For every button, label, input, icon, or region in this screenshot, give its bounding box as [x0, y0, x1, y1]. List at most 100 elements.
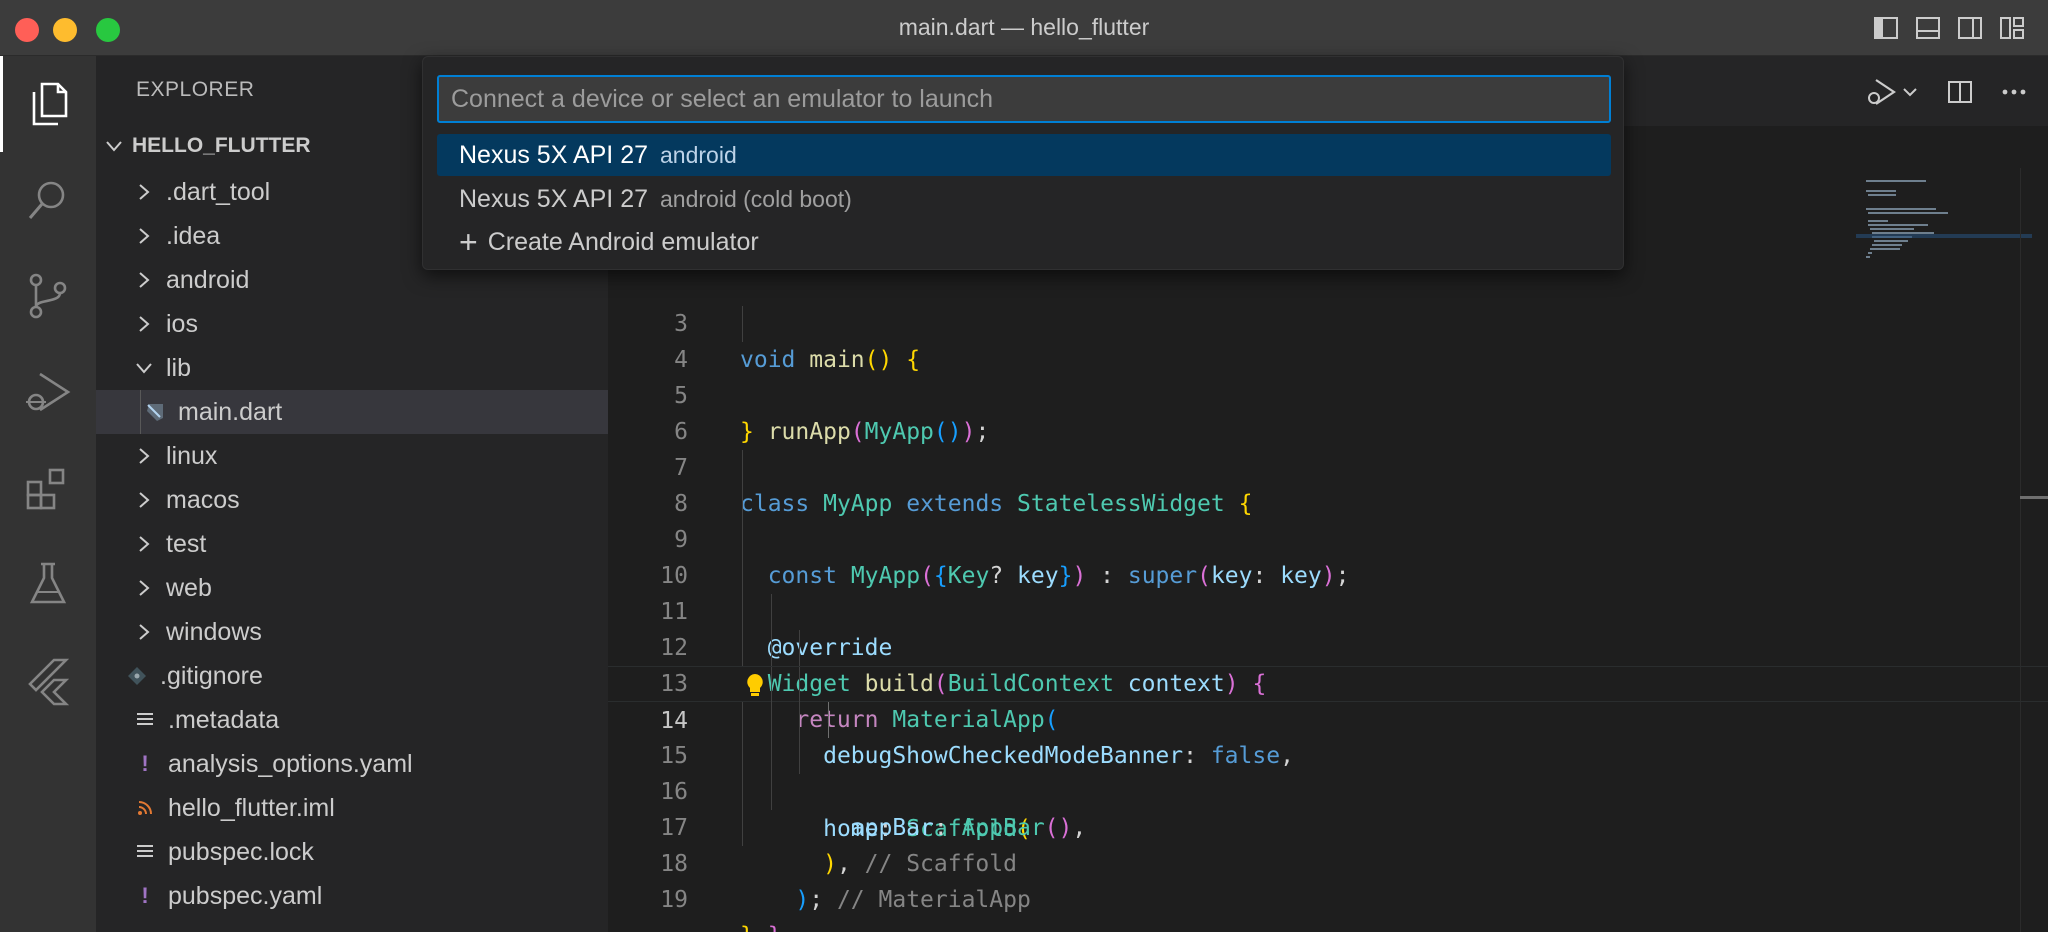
- tree-item-lib[interactable]: lib: [96, 346, 608, 390]
- tree-item-label: test: [166, 529, 207, 558]
- code-line: 17 ); // MaterialApp: [608, 774, 2048, 913]
- lightbulb-icon[interactable]: [744, 673, 766, 697]
- quick-pick-item-label: Create Android emulator: [487, 227, 759, 256]
- tree-item-ios[interactable]: ios: [96, 302, 608, 346]
- tree-item-label: pubspec.lock: [168, 837, 314, 866]
- code-line: 7 class MyApp extends StatelessWidget {: [674, 455, 1253, 517]
- beaker-icon: [29, 562, 67, 604]
- chevron-down-icon: [106, 141, 122, 152]
- tree-item-label: .idea: [166, 221, 221, 250]
- tree-item-label: hello_flutter.iml: [168, 793, 335, 822]
- tree-item-label: .gitignore: [160, 661, 263, 690]
- code-line: 11 Widget build(BuildContext context) {: [608, 558, 2048, 697]
- tree-item-linux[interactable]: linux: [96, 434, 608, 478]
- lines-icon: [134, 841, 156, 863]
- tree-item-main-dart[interactable]: main.dart: [96, 390, 608, 434]
- explorer-activity[interactable]: [0, 56, 96, 152]
- tree-item-metadata[interactable]: .metadata: [96, 698, 608, 742]
- window-title: main.dart — hello_flutter: [898, 14, 1150, 40]
- tree-item-macos[interactable]: macos: [96, 478, 608, 522]
- tree-item-label: .metadata: [168, 705, 280, 734]
- search-activity[interactable]: [0, 152, 96, 248]
- tree-item-pubspec-lock[interactable]: pubspec.lock: [96, 830, 608, 874]
- tree-item-label: web: [166, 573, 212, 602]
- chevron-right-icon: [139, 624, 150, 640]
- chevron-right-icon: [139, 184, 150, 200]
- quick-pick-item-nexus-5x-cold-boot[interactable]: Nexus 5X API 27 android (cold boot): [437, 178, 1611, 220]
- chevron-right-icon: [139, 580, 150, 596]
- quick-pick-item-nexus-5x[interactable]: Nexus 5X API 27 android: [437, 134, 1611, 176]
- tree-item-pubspec-yaml[interactable]: ! pubspec.yaml: [96, 874, 608, 918]
- code-line: 8 const MyApp({Key? key}) : super(key: k…: [608, 450, 2048, 589]
- toggle-panel-icon[interactable]: [1914, 14, 1942, 42]
- run-debug-dropdown-icon[interactable]: [1864, 76, 1920, 113]
- chevron-right-icon: [139, 492, 150, 508]
- code-view[interactable]: 3 void main() { 4 runApp(MyApp()); 5 } 6…: [608, 270, 2048, 932]
- source-control-icon: [29, 273, 67, 319]
- code-line: 16 ), // Scaffold: [608, 738, 2048, 877]
- extensions-icon: [26, 468, 65, 510]
- quick-pick-item-description: android: [660, 141, 737, 168]
- workspace-root[interactable]: HELLO_FLUTTER: [104, 134, 311, 158]
- tree-item-web[interactable]: web: [96, 566, 608, 610]
- extensions-activity[interactable]: [0, 440, 96, 536]
- title-bar: main.dart — hello_flutter: [0, 0, 2048, 56]
- code-line: 3 void main() {: [674, 311, 921, 373]
- chevron-right-icon: [139, 316, 150, 332]
- code-line: 5 }: [674, 383, 754, 445]
- tree-item-label: pubspec.yaml: [168, 881, 323, 910]
- flutter-activity[interactable]: [0, 632, 96, 728]
- code-line: 6: [674, 419, 688, 445]
- tree-item-test[interactable]: test: [96, 522, 608, 566]
- rss-icon: [134, 797, 156, 819]
- code-line: 19 }: [660, 887, 754, 932]
- tree-item-label: macos: [166, 485, 240, 514]
- file-tree: .dart_tool .idea android ios lib main.da…: [96, 170, 608, 918]
- split-editor-icon[interactable]: [1946, 78, 1974, 111]
- device-quick-pick: Nexus 5X API 27 android Nexus 5X API 27 …: [422, 56, 1624, 270]
- code-line: 12 return MaterialApp(: [608, 594, 2048, 733]
- activity-bar: [0, 56, 96, 932]
- customize-layout-icon[interactable]: [1998, 14, 2026, 42]
- testing-activity[interactable]: [0, 536, 96, 632]
- more-actions-icon[interactable]: [2000, 78, 2028, 111]
- tree-item-analysis-options[interactable]: ! analysis_options.yaml: [96, 742, 608, 786]
- dart-file-icon: [144, 401, 166, 423]
- source-control-activity[interactable]: [0, 248, 96, 344]
- tree-item-label: windows: [166, 617, 262, 646]
- git-icon: [126, 665, 148, 687]
- toggle-secondary-sidebar-icon[interactable]: [1956, 14, 1984, 42]
- quick-pick-input[interactable]: [437, 75, 1611, 123]
- tree-item-gitignore[interactable]: .gitignore: [96, 654, 608, 698]
- tree-item-label: lib: [166, 353, 192, 382]
- quick-pick-item-description: android (cold boot): [660, 185, 852, 212]
- indent-guide: [140, 390, 141, 434]
- flutter-icon: [28, 658, 70, 706]
- tree-item-label: linux: [166, 441, 218, 470]
- exclamation-icon: !: [141, 751, 149, 776]
- toggle-primary-sidebar-icon[interactable]: [1872, 14, 1900, 42]
- chevron-right-icon: [139, 448, 150, 464]
- tree-item-label: .dart_tool: [166, 177, 271, 206]
- code-line: 15 appBar: AppBar(),: [608, 702, 2048, 841]
- tree-item-label: ios: [166, 309, 198, 338]
- quick-pick-item-create-emulator[interactable]: + Create Android emulator: [437, 221, 1611, 263]
- code-line: 9: [608, 486, 2048, 553]
- run-debug-activity[interactable]: [0, 344, 96, 440]
- quick-pick-item-label: Nexus 5X API 27: [459, 140, 649, 169]
- chevron-down-icon: [136, 363, 152, 374]
- tree-item-label: android: [166, 265, 250, 294]
- tree-item-windows[interactable]: windows: [96, 610, 608, 654]
- code-line: 18 }: [608, 810, 2048, 932]
- explorer-header: EXPLORER: [136, 78, 255, 101]
- code-line: 13 debugShowCheckedModeBanner: false,: [608, 630, 2048, 769]
- tree-item-iml[interactable]: hello_flutter.iml: [96, 786, 608, 830]
- chevron-right-icon: [139, 536, 150, 552]
- chevron-right-icon: [139, 272, 150, 288]
- exclamation-icon: !: [141, 883, 149, 908]
- tree-item-label: main.dart: [178, 397, 283, 426]
- run-debug-icon: [26, 372, 71, 412]
- tree-item-label: analysis_options.yaml: [168, 749, 413, 778]
- files-icon: [32, 82, 67, 126]
- code-line-current: 14 home: Scaffold(: [608, 666, 2048, 842]
